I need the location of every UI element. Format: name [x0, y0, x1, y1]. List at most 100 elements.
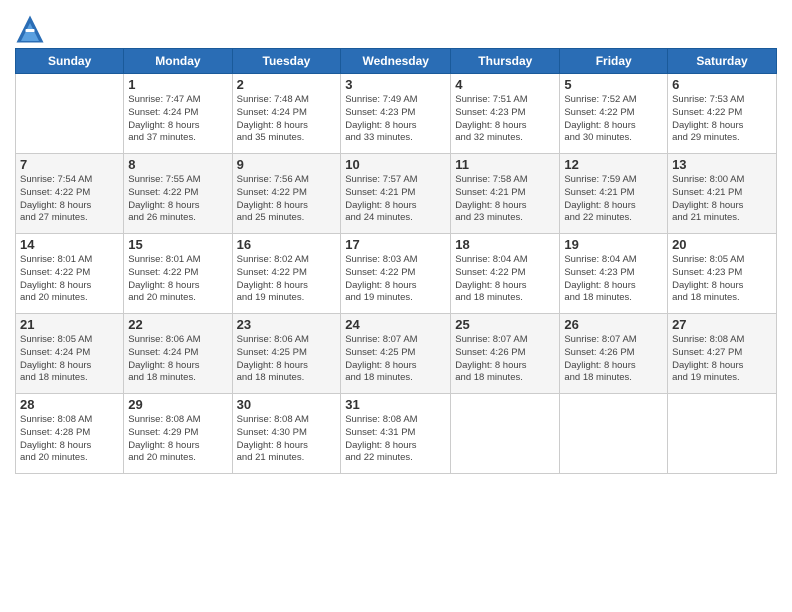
cell-day-number: 9 — [237, 157, 337, 172]
cell-info: Sunrise: 7:49 AMSunset: 4:23 PMDaylight:… — [345, 94, 446, 145]
weekday-header-sunday: Sunday — [16, 49, 124, 74]
cell-day-number: 14 — [20, 237, 119, 252]
weekday-header-thursday: Thursday — [451, 49, 560, 74]
calendar-cell: 2 Sunrise: 7:48 AMSunset: 4:24 PMDaylight… — [232, 74, 341, 154]
cell-day-number: 22 — [128, 317, 227, 332]
week-row-3: 14 Sunrise: 8:01 AMSunset: 4:22 PMDayligh… — [16, 234, 777, 314]
cell-info: Sunrise: 7:57 AMSunset: 4:21 PMDaylight:… — [345, 174, 446, 225]
week-row-2: 7 Sunrise: 7:54 AMSunset: 4:22 PMDaylight… — [16, 154, 777, 234]
cell-day-number: 30 — [237, 397, 337, 412]
cell-day-number: 13 — [672, 157, 772, 172]
cell-day-number: 1 — [128, 77, 227, 92]
cell-info: Sunrise: 7:52 AMSunset: 4:22 PMDaylight:… — [564, 94, 663, 145]
calendar-cell: 26 Sunrise: 8:07 AMSunset: 4:26 PMDayligh… — [560, 314, 668, 394]
cell-info: Sunrise: 8:01 AMSunset: 4:22 PMDaylight:… — [20, 254, 119, 305]
calendar-cell: 31 Sunrise: 8:08 AMSunset: 4:31 PMDayligh… — [341, 394, 451, 474]
week-row-5: 28 Sunrise: 8:08 AMSunset: 4:28 PMDayligh… — [16, 394, 777, 474]
cell-info: Sunrise: 8:02 AMSunset: 4:22 PMDaylight:… — [237, 254, 337, 305]
calendar-cell: 6Sunrise: 7:53 AMSunset: 4:22 PMDaylight… — [668, 74, 777, 154]
cell-info: Sunrise: 7:58 AMSunset: 4:21 PMDaylight:… — [455, 174, 555, 225]
calendar-cell: 17 Sunrise: 8:03 AMSunset: 4:22 PMDayligh… — [341, 234, 451, 314]
cell-day-number: 29 — [128, 397, 227, 412]
calendar-cell: 5 Sunrise: 7:52 AMSunset: 4:22 PMDaylight… — [560, 74, 668, 154]
cell-info: Sunrise: 7:56 AMSunset: 4:22 PMDaylight:… — [237, 174, 337, 225]
weekday-header-row: SundayMondayTuesdayWednesdayThursdayFrid… — [16, 49, 777, 74]
cell-info: Sunrise: 8:01 AMSunset: 4:22 PMDaylight:… — [128, 254, 227, 305]
cell-day-number: 2 — [237, 77, 337, 92]
cell-info: Sunrise: 8:08 AMSunset: 4:28 PMDaylight:… — [20, 414, 119, 465]
cell-info: Sunrise: 8:05 AMSunset: 4:23 PMDaylight:… — [672, 254, 772, 305]
calendar-cell — [668, 394, 777, 474]
week-row-1: 1 Sunrise: 7:47 AMSunset: 4:24 PMDaylight… — [16, 74, 777, 154]
calendar-cell: 10 Sunrise: 7:57 AMSunset: 4:21 PMDayligh… — [341, 154, 451, 234]
cell-day-number: 6 — [672, 77, 772, 92]
cell-info: Sunrise: 7:54 AMSunset: 4:22 PMDaylight:… — [20, 174, 119, 225]
cell-info: Sunrise: 8:08 AMSunset: 4:31 PMDaylight:… — [345, 414, 446, 465]
calendar-cell: 20Sunrise: 8:05 AMSunset: 4:23 PMDayligh… — [668, 234, 777, 314]
cell-day-number: 4 — [455, 77, 555, 92]
week-row-4: 21 Sunrise: 8:05 AMSunset: 4:24 PMDayligh… — [16, 314, 777, 394]
cell-info: Sunrise: 8:04 AMSunset: 4:23 PMDaylight:… — [564, 254, 663, 305]
calendar-cell: 13 Sunrise: 8:00 AMSunset: 4:21 PMDayligh… — [668, 154, 777, 234]
cell-info: Sunrise: 7:59 AMSunset: 4:21 PMDaylight:… — [564, 174, 663, 225]
calendar-cell: 14 Sunrise: 8:01 AMSunset: 4:22 PMDayligh… — [16, 234, 124, 314]
calendar-cell: 25Sunrise: 8:07 AMSunset: 4:26 PMDayligh… — [451, 314, 560, 394]
calendar-cell — [16, 74, 124, 154]
cell-day-number: 11 — [455, 157, 555, 172]
cell-info: Sunrise: 8:06 AMSunset: 4:25 PMDaylight:… — [237, 334, 337, 385]
calendar-cell: 3Sunrise: 7:49 AMSunset: 4:23 PMDaylight… — [341, 74, 451, 154]
weekday-header-saturday: Saturday — [668, 49, 777, 74]
cell-day-number: 21 — [20, 317, 119, 332]
calendar-cell: 21 Sunrise: 8:05 AMSunset: 4:24 PMDayligh… — [16, 314, 124, 394]
cell-day-number: 7 — [20, 157, 119, 172]
cell-info: Sunrise: 7:47 AMSunset: 4:24 PMDaylight:… — [128, 94, 227, 145]
page-container: SundayMondayTuesdayWednesdayThursdayFrid… — [0, 0, 792, 484]
calendar-cell: 29 Sunrise: 8:08 AMSunset: 4:29 PMDayligh… — [124, 394, 232, 474]
calendar-cell: 8 Sunrise: 7:55 AMSunset: 4:22 PMDaylight… — [124, 154, 232, 234]
calendar-cell: 19 Sunrise: 8:04 AMSunset: 4:23 PMDayligh… — [560, 234, 668, 314]
cell-info: Sunrise: 7:51 AMSunset: 4:23 PMDaylight:… — [455, 94, 555, 145]
cell-day-number: 15 — [128, 237, 227, 252]
cell-day-number: 28 — [20, 397, 119, 412]
cell-info: Sunrise: 8:08 AMSunset: 4:29 PMDaylight:… — [128, 414, 227, 465]
calendar-cell: 28 Sunrise: 8:08 AMSunset: 4:28 PMDayligh… — [16, 394, 124, 474]
calendar-cell: 15 Sunrise: 8:01 AMSunset: 4:22 PMDayligh… — [124, 234, 232, 314]
cell-info: Sunrise: 8:00 AMSunset: 4:21 PMDaylight:… — [672, 174, 772, 225]
cell-info: Sunrise: 7:55 AMSunset: 4:22 PMDaylight:… — [128, 174, 227, 225]
calendar: SundayMondayTuesdayWednesdayThursdayFrid… — [15, 48, 777, 474]
header — [15, 10, 777, 44]
cell-info: Sunrise: 8:05 AMSunset: 4:24 PMDaylight:… — [20, 334, 119, 385]
cell-day-number: 8 — [128, 157, 227, 172]
cell-info: Sunrise: 8:04 AMSunset: 4:22 PMDaylight:… — [455, 254, 555, 305]
cell-day-number: 5 — [564, 77, 663, 92]
calendar-cell: 27 Sunrise: 8:08 AMSunset: 4:27 PMDayligh… — [668, 314, 777, 394]
calendar-cell: 30 Sunrise: 8:08 AMSunset: 4:30 PMDayligh… — [232, 394, 341, 474]
calendar-cell: 18 Sunrise: 8:04 AMSunset: 4:22 PMDayligh… — [451, 234, 560, 314]
cell-day-number: 10 — [345, 157, 446, 172]
cell-info: Sunrise: 8:07 AMSunset: 4:26 PMDaylight:… — [564, 334, 663, 385]
cell-info: Sunrise: 8:08 AMSunset: 4:27 PMDaylight:… — [672, 334, 772, 385]
logo — [15, 14, 49, 44]
calendar-cell: 7 Sunrise: 7:54 AMSunset: 4:22 PMDaylight… — [16, 154, 124, 234]
cell-info: Sunrise: 8:07 AMSunset: 4:26 PMDaylight:… — [455, 334, 555, 385]
calendar-cell — [451, 394, 560, 474]
cell-day-number: 26 — [564, 317, 663, 332]
cell-day-number: 24 — [345, 317, 446, 332]
cell-day-number: 17 — [345, 237, 446, 252]
cell-info: Sunrise: 7:48 AMSunset: 4:24 PMDaylight:… — [237, 94, 337, 145]
cell-day-number: 31 — [345, 397, 446, 412]
calendar-cell: 9 Sunrise: 7:56 AMSunset: 4:22 PMDaylight… — [232, 154, 341, 234]
calendar-cell: 1 Sunrise: 7:47 AMSunset: 4:24 PMDaylight… — [124, 74, 232, 154]
logo-icon — [15, 14, 45, 44]
cell-info: Sunrise: 8:03 AMSunset: 4:22 PMDaylight:… — [345, 254, 446, 305]
cell-day-number: 18 — [455, 237, 555, 252]
cell-day-number: 23 — [237, 317, 337, 332]
cell-info: Sunrise: 8:08 AMSunset: 4:30 PMDaylight:… — [237, 414, 337, 465]
cell-day-number: 16 — [237, 237, 337, 252]
weekday-header-monday: Monday — [124, 49, 232, 74]
cell-day-number: 27 — [672, 317, 772, 332]
calendar-cell: 23 Sunrise: 8:06 AMSunset: 4:25 PMDayligh… — [232, 314, 341, 394]
cell-info: Sunrise: 8:06 AMSunset: 4:24 PMDaylight:… — [128, 334, 227, 385]
cell-day-number: 19 — [564, 237, 663, 252]
calendar-cell: 11 Sunrise: 7:58 AMSunset: 4:21 PMDayligh… — [451, 154, 560, 234]
